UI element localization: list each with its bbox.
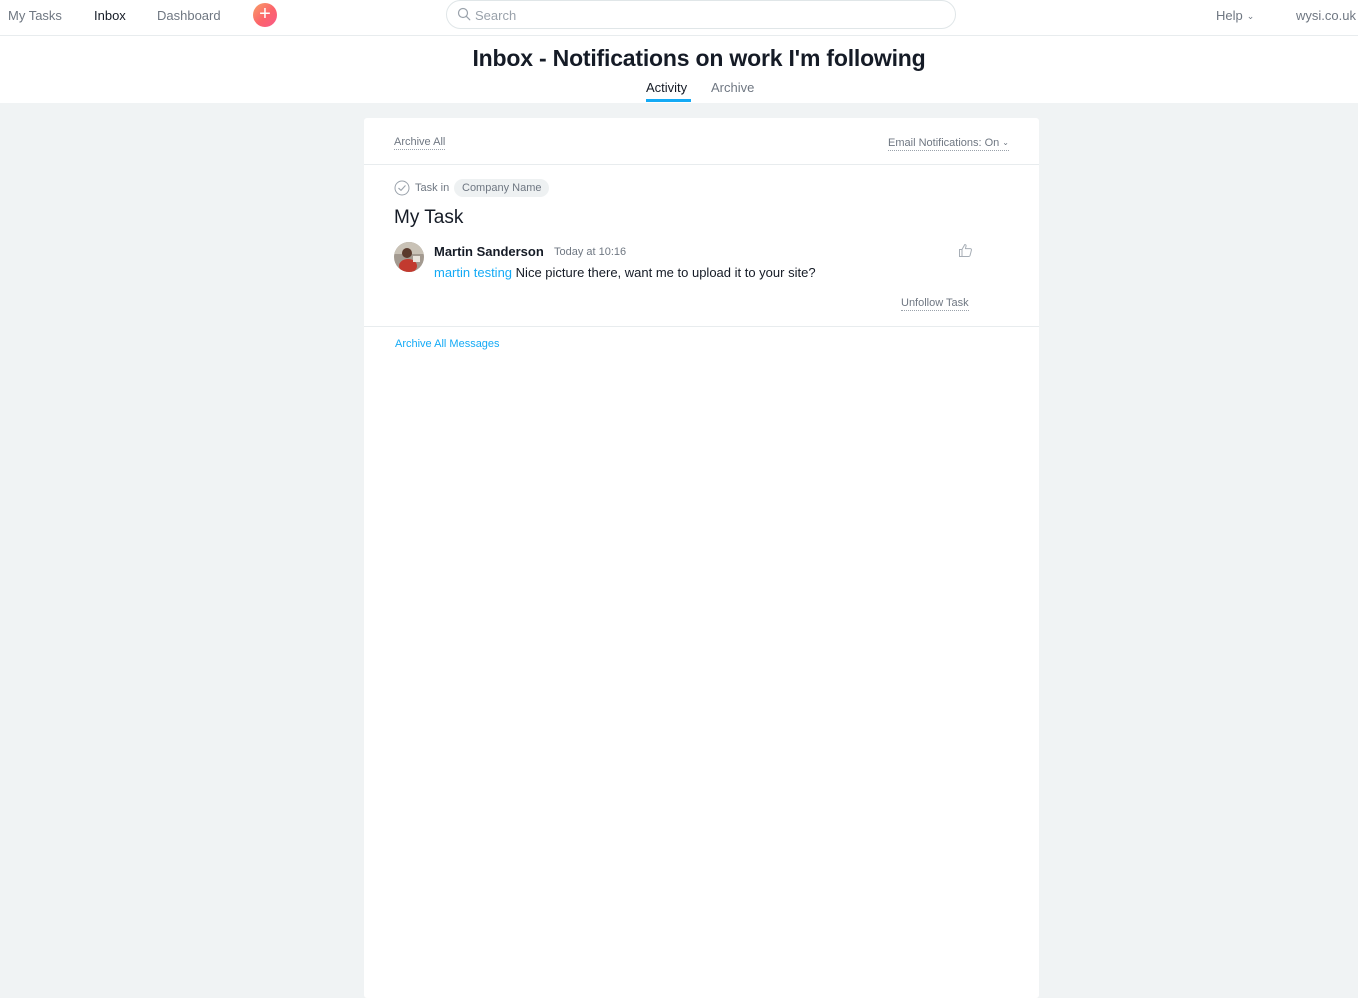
page-title: Inbox - Notifications on work I'm follow… xyxy=(472,45,926,71)
archive-all-messages-link[interactable]: Archive All Messages xyxy=(395,338,500,350)
comment-text: Nice picture there, want me to upload it… xyxy=(515,265,816,280)
user-mention-link[interactable]: martin testing xyxy=(434,265,512,280)
chevron-down-icon: ⌄ xyxy=(1002,138,1009,147)
inbox-toolbar: Archive All Email Notifications: On ⌄ xyxy=(364,118,1039,165)
search-icon xyxy=(457,7,471,21)
archive-all-button[interactable]: Archive All xyxy=(394,136,446,150)
notification-item: Task in Company Name My Task Martin Sand… xyxy=(364,165,1039,327)
tab-archive[interactable]: Archive xyxy=(711,80,754,96)
chevron-down-icon: ⌄ xyxy=(1246,11,1255,21)
avatar-photo xyxy=(394,242,424,272)
nav-inbox[interactable]: Inbox xyxy=(94,8,126,24)
project-tag[interactable]: Company Name xyxy=(454,179,550,197)
quick-add-button[interactable]: + xyxy=(253,3,277,27)
task-in-label: Task in xyxy=(415,182,450,194)
nav-my-tasks[interactable]: My Tasks xyxy=(8,8,62,24)
search-input[interactable] xyxy=(475,5,935,25)
comment-timestamp: Today at 10:16 xyxy=(554,246,627,258)
email-notifications-toggle[interactable]: Email Notifications: On ⌄ xyxy=(888,136,1009,151)
help-label: Help xyxy=(1216,8,1243,23)
help-menu[interactable]: Help ⌄ xyxy=(1216,8,1254,23)
top-bar: My Tasks Inbox Dashboard + Help⌄ wysi.co… xyxy=(0,0,1358,36)
tab-activity[interactable]: Activity xyxy=(646,80,687,96)
email-notifications-label: Email Notifications: On xyxy=(888,137,1000,149)
comment-author[interactable]: Martin Sanderson xyxy=(434,244,544,259)
thumbs-up-icon[interactable] xyxy=(958,243,973,258)
comment-message: martin testing Nice picture there, want … xyxy=(434,265,816,281)
plus-icon: + xyxy=(259,3,271,25)
task-title[interactable]: My Task xyxy=(394,206,463,230)
search-bar[interactable] xyxy=(446,0,956,29)
check-circle-icon[interactable] xyxy=(394,180,410,196)
inbox-card: Archive All Email Notifications: On ⌄ Tas… xyxy=(364,118,1039,998)
unfollow-task-button[interactable]: Unfollow Task xyxy=(901,297,969,311)
avatar[interactable] xyxy=(394,242,424,272)
page-header: Inbox - Notifications on work I'm follow… xyxy=(0,36,1358,103)
active-tab-indicator xyxy=(646,99,691,102)
nav-dashboard[interactable]: Dashboard xyxy=(157,8,221,24)
organization-switcher[interactable]: wysi.co.uk xyxy=(1296,8,1356,23)
